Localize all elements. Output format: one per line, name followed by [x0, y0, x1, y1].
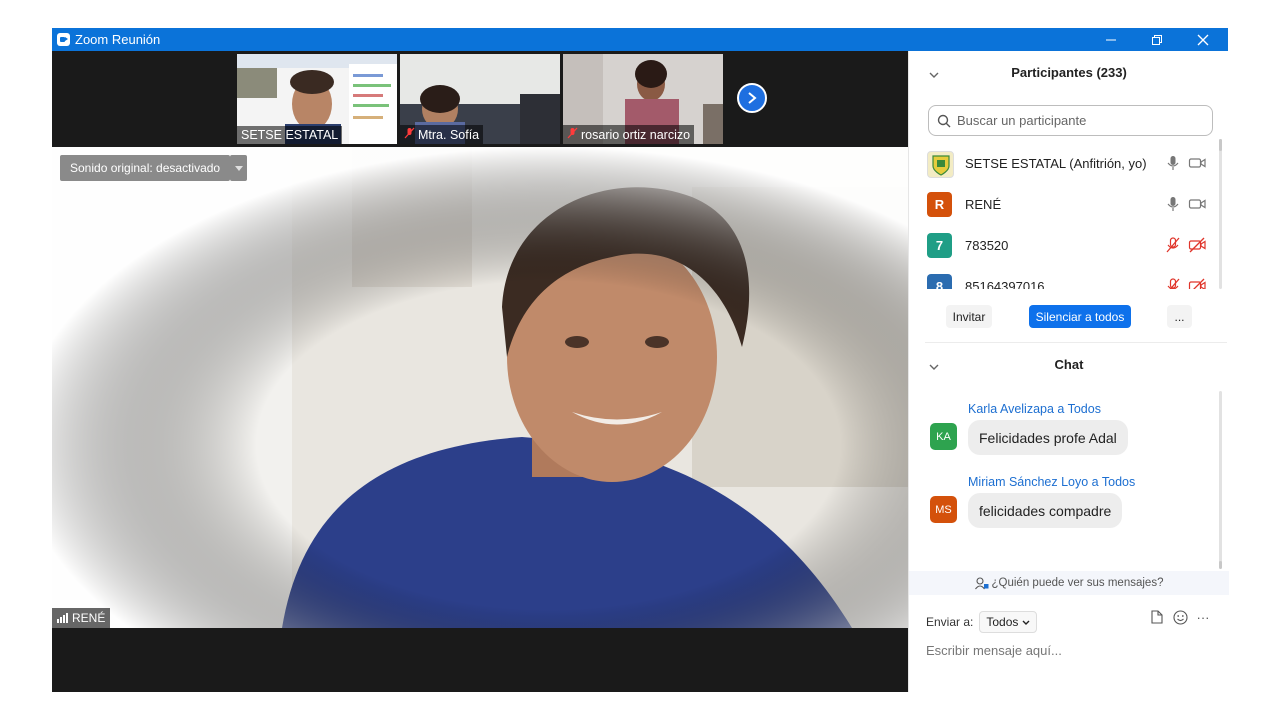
- mic-muted-icon: [567, 127, 578, 142]
- avatar: [927, 151, 954, 178]
- caret-down-icon: [234, 165, 243, 171]
- chat-message: Felicidades profe Adal: [968, 420, 1128, 455]
- participant-list-scrollbar[interactable]: [1219, 139, 1222, 289]
- chat-more-button[interactable]: ···: [1194, 608, 1212, 626]
- chevron-down-icon: [1022, 620, 1030, 625]
- video-off-icon[interactable]: [1188, 236, 1206, 254]
- close-button[interactable]: [1180, 28, 1226, 51]
- emoji-icon[interactable]: [1171, 608, 1189, 626]
- section-divider: [925, 342, 1227, 343]
- chat-header: Chat: [1054, 357, 1084, 372]
- original-sound-button[interactable]: Sonido original: desactivado: [60, 155, 231, 181]
- send-to-value: Todos: [986, 615, 1019, 629]
- speaker-video-frame: [52, 147, 908, 628]
- participant-row[interactable]: 7 783520: [909, 225, 1221, 266]
- participant-row[interactable]: R RENÉ: [909, 184, 1221, 225]
- participant-list: SETSE ESTATAL (Anfitrión, yo) R RENÉ 7 7…: [909, 143, 1221, 289]
- original-sound-label: Sonido original: desactivado: [70, 161, 221, 175]
- participant-search[interactable]: [928, 105, 1213, 136]
- chat-scrollbar[interactable]: [1219, 391, 1222, 566]
- thumbnail-rosario[interactable]: rosario ortiz narcizo: [563, 54, 723, 144]
- microphone-muted-icon[interactable]: [1164, 277, 1182, 289]
- person-lock-icon: [974, 576, 989, 589]
- thumbnail-mtra-sofia[interactable]: Mtra. Sofía: [400, 54, 560, 144]
- chat-message: felicidades compadre: [968, 493, 1123, 528]
- restore-button[interactable]: [1134, 28, 1180, 51]
- side-panel: Participantes (233) SETSE ESTATAL (Anfit…: [908, 51, 1229, 692]
- thumbnail-strip: SETSE ESTATAL Mtra. Sofía rosario ortiz …: [52, 51, 908, 147]
- mute-all-button[interactable]: Silenciar a todos: [1029, 305, 1131, 328]
- minimize-icon: [1106, 39, 1116, 40]
- mic-muted-icon: [404, 127, 415, 142]
- participant-name: 783520: [965, 238, 1009, 253]
- more-options-button[interactable]: ...: [1167, 305, 1192, 328]
- thumbnail-name-row: Mtra. Sofía: [400, 125, 484, 144]
- window-title: Zoom Reunión: [75, 32, 161, 47]
- video-off-icon[interactable]: [1188, 277, 1206, 289]
- minimize-button[interactable]: [1088, 28, 1134, 51]
- message-visibility-info[interactable]: ¿Quién puede ver sus mensajes?: [909, 571, 1229, 595]
- chat-scroll-thumb[interactable]: [1219, 561, 1222, 569]
- active-speaker-name: RENÉ: [72, 611, 106, 625]
- active-speaker-label: RENÉ: [52, 608, 111, 628]
- participants-header: Participantes (233): [1011, 65, 1127, 80]
- signal-strength-icon: [57, 613, 68, 623]
- send-to-dropdown[interactable]: Todos: [979, 611, 1037, 633]
- microphone-icon[interactable]: [1164, 195, 1182, 213]
- participant-search-input[interactable]: [955, 112, 1199, 129]
- thumbnail-name: rosario ortiz narcizo: [581, 128, 691, 142]
- microphone-muted-icon[interactable]: [1164, 236, 1182, 254]
- participant-name: 85164397016: [965, 279, 1045, 289]
- send-to-label: Enviar a:: [926, 615, 974, 629]
- close-icon: [1197, 34, 1209, 45]
- participant-list-scroll-thumb[interactable]: [1219, 139, 1222, 151]
- chevron-right-icon: [748, 92, 757, 104]
- video-area: SETSE ESTATAL Mtra. Sofía rosario ortiz …: [52, 51, 908, 692]
- participant-row[interactable]: 8 85164397016: [909, 266, 1221, 289]
- restore-icon: [1152, 34, 1162, 45]
- chat-compose-input[interactable]: Escribir mensaje aquí...: [926, 643, 1062, 658]
- avatar: 8: [927, 274, 952, 289]
- next-page-button[interactable]: [737, 83, 767, 113]
- message-visibility-label: ¿Quién puede ver sus mensajes?: [991, 577, 1164, 589]
- video-camera-icon[interactable]: [1188, 195, 1206, 213]
- chat-avatar: KA: [930, 423, 957, 450]
- thumbnail-name: Mtra. Sofía: [418, 128, 480, 142]
- avatar: 7: [927, 233, 952, 258]
- participant-row[interactable]: SETSE ESTATAL (Anfitrión, yo): [909, 143, 1221, 184]
- zoom-window: Zoom Reunión SETSE ESTATAL Mtra. Sofía r…: [52, 28, 1229, 692]
- participant-name: SETSE ESTATAL (Anfitrión, yo): [965, 156, 1147, 171]
- zoom-app-icon: [57, 33, 70, 46]
- chat-sender[interactable]: Miriam Sánchez Loyo a Todos: [968, 475, 1135, 489]
- thumbnail-name: SETSE ESTATAL: [237, 126, 343, 144]
- original-sound-dropdown[interactable]: [230, 155, 247, 181]
- file-icon[interactable]: [1148, 608, 1166, 626]
- avatar: R: [927, 192, 952, 217]
- crest-logo-icon: [931, 154, 950, 176]
- chat-avatar: MS: [930, 496, 957, 523]
- invite-button[interactable]: Invitar: [946, 305, 992, 328]
- title-bar: Zoom Reunión: [52, 28, 1228, 51]
- send-to-row: Enviar a: Todos: [926, 611, 1037, 633]
- video-camera-icon[interactable]: [1188, 154, 1206, 172]
- thumbnail-name-row: rosario ortiz narcizo: [563, 125, 695, 144]
- thumbnail-setse-estatal[interactable]: SETSE ESTATAL: [237, 54, 397, 144]
- microphone-icon[interactable]: [1164, 154, 1182, 172]
- main-speaker-video: Sonido original: desactivado RENÉ: [52, 147, 908, 628]
- participant-name: RENÉ: [965, 197, 1002, 212]
- search-icon: [937, 114, 951, 127]
- chat-sender[interactable]: Karla Avelizapa a Todos: [968, 402, 1101, 416]
